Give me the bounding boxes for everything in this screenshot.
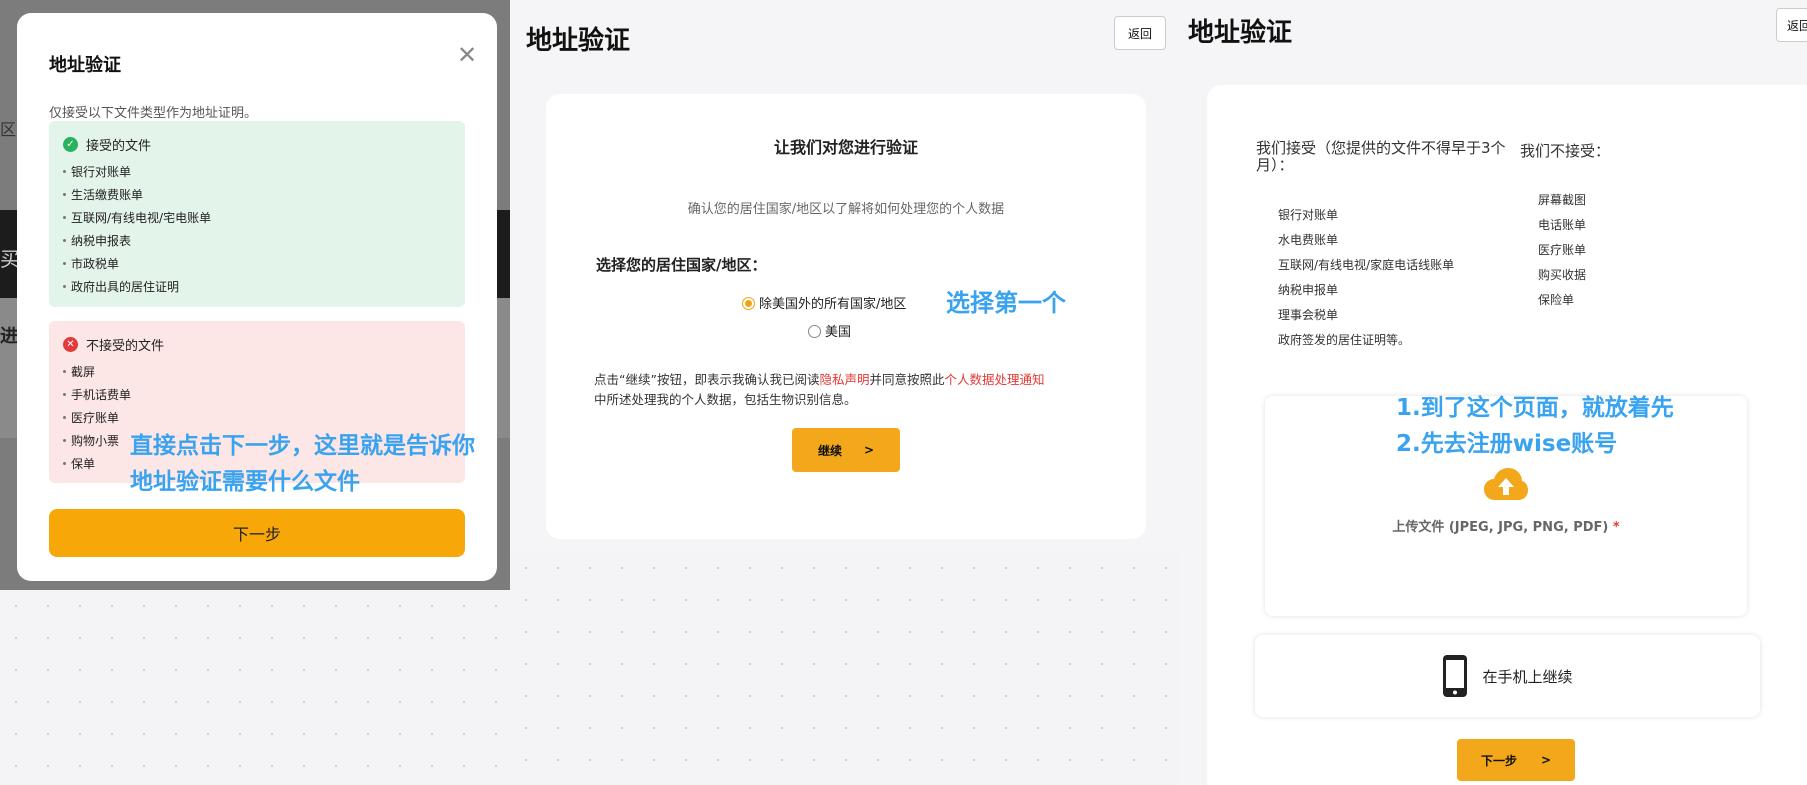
list-item: 互联网/有线电视/家庭电话线账单 <box>1278 258 1455 272</box>
list-item: 购买收据 <box>1538 268 1587 282</box>
list-item: 截屏 <box>63 360 451 383</box>
rejected-list: 屏幕截图 电话账单 医疗账单 购买收据 保险单 <box>1538 188 1586 313</box>
page-title: 地址验证 <box>526 26 631 56</box>
list-item: 医疗账单 <box>1538 243 1587 257</box>
next-label: 下一步 <box>1480 753 1517 768</box>
list-item: 政府签发的居住证明等。 <box>1278 333 1411 347</box>
list-item: 银行对账单 <box>1278 208 1339 222</box>
arrow-right-icon: > <box>1540 753 1552 767</box>
list-item: 电话账单 <box>1538 218 1587 232</box>
background-text-fragment: 区 <box>0 120 17 139</box>
accepted-title: 接受的文件 <box>86 139 152 154</box>
modal-intro: 仅接受以下文件类型作为地址证明。 <box>49 106 258 121</box>
list-item: 纳税申报单 <box>1278 283 1339 297</box>
consent-text: 点击“继续”按钮，即表示我确认我已阅读隐私声明并同意按照此个人数据处理通知中所述… <box>594 370 1114 410</box>
annotation-line: 直接点击下一步，这里就是告诉你 <box>130 433 475 459</box>
upload-label: 上传文件 (JPEG, JPG, PNG, PDF) * <box>1265 516 1747 535</box>
accepted-documents-box: ✓ 接受的文件 银行对账单 生活缴费账单 互联网/有线电视/宅电账单 纳税申报表 … <box>49 121 465 307</box>
card-subtitle: 确认您的居住国家/地区以了解将如何处理您的个人数据 <box>687 202 1005 217</box>
annotation-note: 选择第一个 <box>946 289 1066 317</box>
list-item: 生活缴费账单 <box>63 183 451 206</box>
next-button[interactable]: 下一步 <box>49 509 465 557</box>
radio-option-all-except-us[interactable]: 除美国外的所有国家/地区 <box>742 293 906 312</box>
annotation-note: 直接点击下一步，这里就是告诉你 地址验证需要什么文件 <box>130 428 510 500</box>
data-notice-link[interactable]: 个人数据处理通知 <box>944 372 1044 387</box>
reject-heading: 我们不接受： <box>1520 142 1611 160</box>
list-item: 政府出具的居住证明 <box>63 275 451 298</box>
radio-label: 美国 <box>825 325 852 340</box>
modal-title: 地址验证 <box>49 55 121 76</box>
accept-heading: 我们接受（您提供的文件不得早于3个月）： <box>1256 139 1506 174</box>
continue-on-phone-button[interactable]: 在手机上继续 <box>1255 635 1760 717</box>
radio-label: 除美国外的所有国家/地区 <box>759 297 907 312</box>
back-button[interactable]: 返回 <box>1776 8 1807 42</box>
phone-label: 在手机上继续 <box>1482 667 1573 686</box>
consent-mid: 并同意按照此 <box>869 372 945 387</box>
consent-suffix: 中所述处理我的个人数据，包括生物识别信息。 <box>594 392 857 407</box>
continue-button[interactable]: 继续 > <box>792 428 900 472</box>
list-item: 医疗账单 <box>63 406 451 429</box>
annotation-line: 地址验证需要什么文件 <box>130 469 360 495</box>
document-types-panel: 区 买 进 地址验证 ✕ 仅接受以下文件类型作为地址证明。 ✓ 接受的文件 银行对… <box>0 0 510 785</box>
accepted-list: 银行对账单 生活缴费账单 互联网/有线电视/宅电账单 纳税申报表 市政税单 政府… <box>63 160 451 298</box>
radio-unselected-icon[interactable] <box>808 325 821 338</box>
list-item: 纳税申报表 <box>63 229 451 252</box>
arrow-right-icon: > <box>863 443 875 457</box>
privacy-link[interactable]: 隐私声明 <box>819 372 869 387</box>
page-title: 地址验证 <box>1188 18 1293 48</box>
continue-label: 继续 <box>817 443 842 458</box>
list-item: 银行对账单 <box>63 160 451 183</box>
radio-selected-icon[interactable] <box>742 297 755 310</box>
x-circle-icon: ✕ <box>63 337 78 352</box>
annotation-line: 2.先去注册wise账号 <box>1396 431 1618 457</box>
next-button[interactable]: 下一步 > <box>1457 739 1575 781</box>
list-item: 互联网/有线电视/宅电账单 <box>63 206 451 229</box>
upload-panel: 地址验证 返回 我们接受（您提供的文件不得早于3个月）： 我们不接受： 银行对账… <box>1180 0 1807 785</box>
close-icon[interactable]: ✕ <box>457 41 477 69</box>
list-item: 手机话费单 <box>63 383 451 406</box>
country-selection-panel: 地址验证 返回 让我们对您进行验证 确认您的居住国家/地区以了解将如何处理您的个… <box>510 0 1180 785</box>
select-label: 选择您的居住国家/地区： <box>596 256 767 274</box>
page-background <box>0 590 510 785</box>
cloud-upload-icon <box>1484 468 1528 500</box>
consent-prefix: 点击“继续”按钮，即表示我确认我已阅读 <box>594 372 820 387</box>
background-text-fragment: 进 <box>0 326 18 347</box>
list-item: 理事会税单 <box>1278 308 1339 322</box>
check-circle-icon: ✓ <box>63 137 78 152</box>
list-item: 保险单 <box>1538 293 1575 307</box>
upload-label-text: 上传文件 (JPEG, JPG, PNG, PDF) <box>1392 520 1609 535</box>
card-title: 让我们对您进行验证 <box>773 138 918 157</box>
page-background-grid <box>510 552 1180 785</box>
back-button[interactable]: 返回 <box>1114 16 1166 50</box>
smartphone-icon <box>1443 655 1468 697</box>
list-item: 水电费账单 <box>1278 233 1339 247</box>
annotation-note: 1.到了这个页面，就放着先 2.先去注册wise账号 <box>1396 390 1674 462</box>
required-mark: * <box>1612 520 1620 535</box>
rejected-title: 不接受的文件 <box>86 339 165 354</box>
list-item: 屏幕截图 <box>1538 193 1587 207</box>
accepted-list: 银行对账单 水电费账单 互联网/有线电视/家庭电话线账单 纳税申报单 理事会税单… <box>1278 203 1454 353</box>
annotation-line: 1.到了这个页面，就放着先 <box>1396 395 1674 421</box>
list-item: 市政税单 <box>63 252 451 275</box>
radio-option-us[interactable]: 美国 <box>808 321 851 340</box>
